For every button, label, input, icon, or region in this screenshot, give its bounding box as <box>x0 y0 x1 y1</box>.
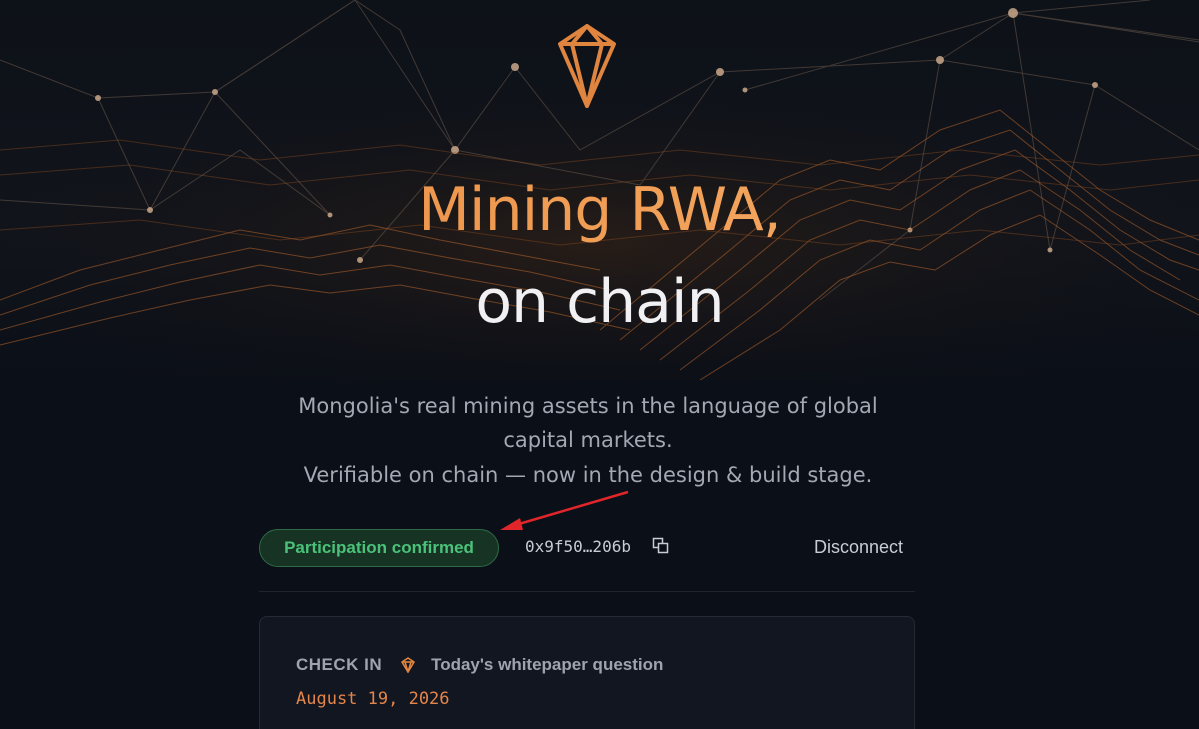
disconnect-button[interactable]: Disconnect <box>814 537 903 558</box>
diamond-gem-icon <box>558 24 616 108</box>
gem-icon <box>400 657 415 673</box>
checkin-label: CHECK IN <box>296 655 383 674</box>
checkin-card-header: CHECK IN Today's whitepaper question <box>296 655 663 677</box>
subtitle-line3: Verifiable on chain — now in the design … <box>303 463 873 487</box>
subtitle-line2: capital markets. <box>503 428 673 452</box>
wallet-address: 0x9f50…206b <box>525 537 631 556</box>
copy-icon[interactable] <box>652 537 670 555</box>
hero-title-line1: Mining RWA, <box>0 172 1199 248</box>
wallet-status-row: Participation confirmed 0x9f50…206b Disc… <box>259 529 915 567</box>
checkin-date: August 19, 2026 <box>296 689 450 709</box>
whitepaper-question-label: Today's whitepaper question <box>431 655 664 674</box>
subtitle-line1: Mongolia's real mining assets in the lan… <box>298 394 878 418</box>
participation-status-badge: Participation confirmed <box>259 529 499 567</box>
hero-title-line2: on chain <box>475 267 724 337</box>
page: Mining RWA, on chain Mongolia's real min… <box>0 0 1199 729</box>
checkin-card: CHECK IN Today's whitepaper question Aug… <box>259 616 915 729</box>
section-divider <box>259 591 915 592</box>
